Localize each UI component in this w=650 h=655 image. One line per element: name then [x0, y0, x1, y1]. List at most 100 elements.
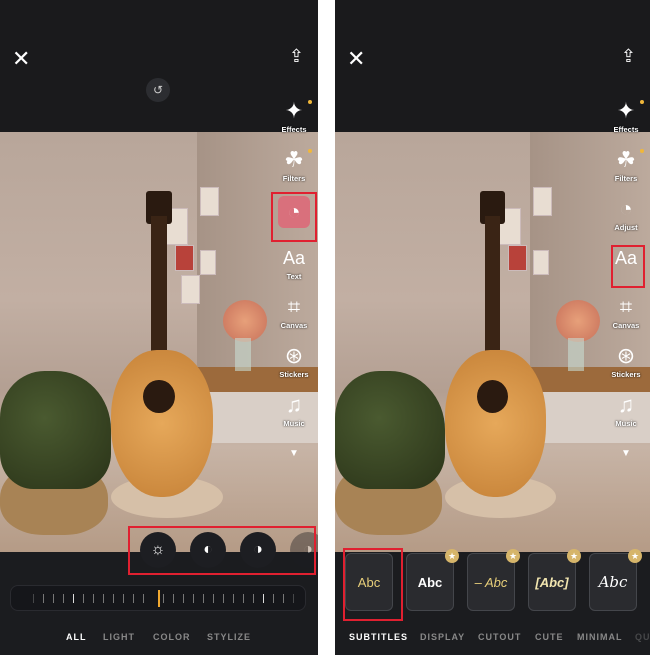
tool-label: Music	[615, 419, 637, 428]
slider-tick	[223, 594, 224, 603]
slider-tick	[83, 594, 84, 603]
tool-filters[interactable]: ☘ Filters	[608, 147, 644, 183]
category-tab-cute[interactable]: CUTE	[535, 632, 564, 642]
text-style-tile[interactable]: Abc ★	[406, 549, 459, 611]
category-tab-display[interactable]: DISPLAY	[420, 632, 465, 642]
slider-tick	[243, 594, 244, 603]
slider-tick	[53, 594, 54, 603]
left-screen: ✕ ⇪ ↺ ✦ Effects ☘ Filters ◔ Aa Text ⌗ Canvas ⊛ Sti…	[0, 0, 318, 655]
tool-label: Stickers	[279, 370, 309, 379]
text-icon: Aa	[282, 248, 306, 268]
tool-stickers[interactable]: ⊛ Stickers	[608, 343, 644, 379]
slider-tick	[233, 594, 234, 603]
sticker-icon: ⊛	[284, 343, 304, 368]
tool-stickers[interactable]: ⊛ Stickers	[276, 343, 312, 379]
slider-tick	[143, 594, 144, 603]
tool-label: Text	[286, 272, 302, 281]
tool-music[interactable]: ♫ Music	[608, 392, 644, 428]
top-bar	[0, 0, 318, 132]
history-icon[interactable]: ↺	[146, 78, 170, 102]
photo-canvas	[335, 132, 650, 552]
contrast-icon[interactable]: ◐	[190, 532, 226, 568]
slider-tick	[273, 594, 274, 603]
top-bar	[335, 0, 650, 132]
premium-star-icon: ★	[628, 549, 642, 563]
text-style-row: Abc Abc ★ – Abc ★ [Abc] ★ Abc ★	[345, 549, 642, 611]
slider-tick	[213, 594, 214, 603]
share-icon[interactable]: ⇪	[621, 46, 636, 67]
more-adjust-icon[interactable]: ◑	[290, 532, 318, 568]
tool-label: Adjust	[614, 223, 638, 232]
slider-tick	[193, 594, 194, 603]
slider-tick	[103, 594, 104, 603]
tool-label: Canvas	[612, 321, 640, 330]
premium-star-icon: ★	[506, 549, 520, 563]
text-icon: Aa	[614, 248, 638, 268]
new-badge-dot	[640, 100, 644, 104]
slider-tick	[203, 594, 204, 603]
text-style-preview: Abc	[357, 574, 381, 590]
category-tab-stylize[interactable]: STYLIZE	[207, 632, 251, 642]
crop-icon: ⌗	[619, 294, 633, 319]
text-style-preview: – Abc	[474, 574, 508, 590]
text-style-tile[interactable]: – Abc ★	[467, 549, 520, 611]
adjust-slider[interactable]	[10, 585, 306, 611]
category-tab-qu[interactable]: QU	[635, 632, 650, 642]
tool-more-down[interactable]: ▼	[608, 441, 644, 467]
category-tab-minimal[interactable]: MINIMAL	[577, 632, 623, 642]
slider-tick	[283, 594, 284, 603]
filters-icon: ☘	[284, 147, 304, 172]
music-icon: ♫	[285, 392, 303, 417]
slider-tick	[93, 594, 94, 603]
right-screen: ✕ ⇪ ✦ Effects ☘ Filters ◔ Adjust Aa ⌗ Canvas ⊛ Sti…	[335, 0, 650, 655]
tool-label: Music	[283, 419, 305, 428]
slider-tick	[163, 594, 164, 603]
tool-label: Filters	[614, 174, 638, 183]
sparkles-icon: ✦	[284, 98, 304, 123]
slider-tick	[123, 594, 124, 603]
new-badge-dot	[308, 149, 312, 153]
tool-canvas[interactable]: ⌗ Canvas	[608, 294, 644, 330]
tool-adjust[interactable]: ◔	[276, 196, 312, 228]
more-down-icon: ▼	[621, 448, 631, 459]
tool-text[interactable]: Aa	[608, 245, 644, 271]
exposure-icon[interactable]: ◑	[240, 532, 276, 568]
category-tab-all[interactable]: ALL	[66, 632, 87, 642]
brightness-icon[interactable]: ☼	[140, 532, 176, 568]
music-icon: ♫	[617, 392, 635, 417]
text-style-tile[interactable]: [Abc] ★	[528, 549, 581, 611]
category-tab-color[interactable]: COLOR	[153, 632, 191, 642]
close-icon[interactable]: ✕	[12, 46, 30, 72]
tool-effects[interactable]: ✦ Effects	[608, 98, 644, 134]
text-style-preview: [Abc]	[535, 574, 569, 590]
category-tab-subtitles[interactable]: SUBTITLES	[349, 632, 408, 642]
tool-canvas[interactable]: ⌗ Canvas	[276, 294, 312, 330]
sticker-icon: ⊛	[616, 343, 636, 368]
tool-label: Stickers	[611, 370, 641, 379]
tool-label: Effects	[613, 125, 639, 134]
tool-adjust[interactable]: ◔ Adjust	[608, 196, 644, 232]
filters-icon: ☘	[616, 147, 636, 172]
share-icon[interactable]: ⇪	[289, 46, 304, 67]
slider-tick	[173, 594, 174, 603]
slider-tick	[183, 594, 184, 603]
new-badge-dot	[640, 149, 644, 153]
slider-knob[interactable]	[158, 590, 160, 607]
adjust-tool-row: ☼ ◐ ◑ ◑	[140, 532, 318, 568]
slider-tick	[63, 594, 64, 603]
text-style-tile[interactable]: Abc ★	[589, 549, 642, 611]
tool-label: Filters	[282, 174, 306, 183]
close-icon[interactable]: ✕	[347, 46, 365, 72]
tool-music[interactable]: ♫ Music	[276, 392, 312, 428]
tool-filters[interactable]: ☘ Filters	[276, 147, 312, 183]
more-down-icon: ▼	[289, 448, 299, 459]
text-style-tile[interactable]: Abc	[345, 553, 393, 611]
tool-label: Canvas	[280, 321, 308, 330]
slider-tick	[33, 594, 34, 603]
tool-effects[interactable]: ✦ Effects	[276, 98, 312, 134]
tool-text[interactable]: Aa Text	[276, 245, 312, 281]
slider-tick	[263, 594, 264, 603]
tool-more-down[interactable]: ▼	[276, 441, 312, 467]
category-tab-cutout[interactable]: CUTOUT	[478, 632, 521, 642]
category-tab-light[interactable]: LIGHT	[103, 632, 135, 642]
